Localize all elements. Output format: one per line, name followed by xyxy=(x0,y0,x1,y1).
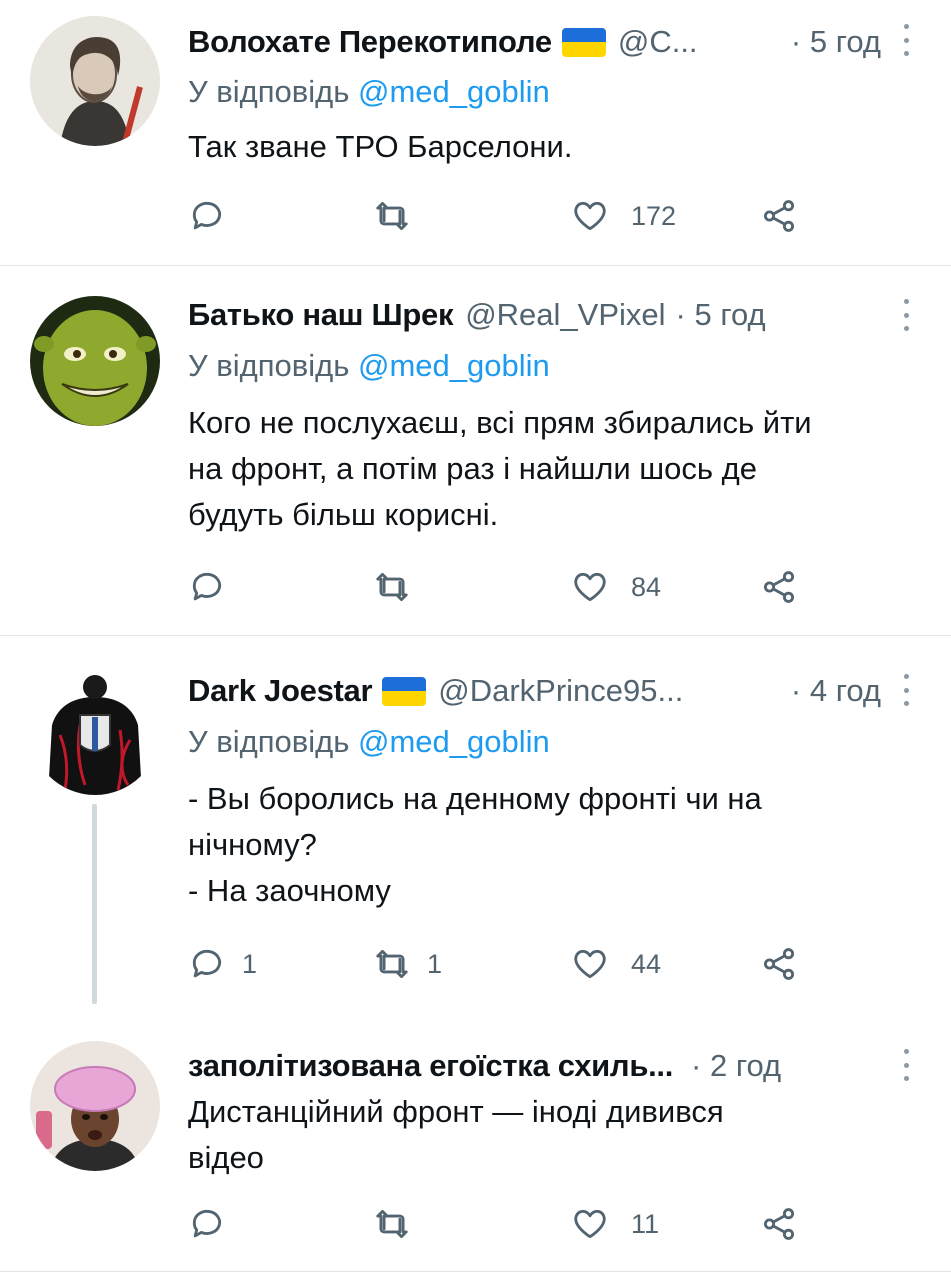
reply-prefix: У відповідь xyxy=(188,74,350,109)
timestamp[interactable]: · 5 год xyxy=(676,297,766,333)
reply-prefix: У відповідь xyxy=(188,348,350,383)
avatar[interactable] xyxy=(30,296,160,426)
tweet-text-line: будуть більш корисні. xyxy=(188,497,499,532)
like-count: 11 xyxy=(631,1208,660,1239)
display-name[interactable]: Dark Joestar xyxy=(188,673,373,709)
tweet-header: Dark Joestar @DarkPrince95... · 4 год xyxy=(188,666,881,716)
timestamp[interactable]: · 2 год xyxy=(691,1048,781,1084)
heart-icon xyxy=(574,572,606,602)
avatar-dark-figure-image xyxy=(30,665,160,795)
tweet-1[interactable]: Волохате Перекотиполе @C... · 5 год У ві… xyxy=(0,0,951,265)
tweet-text-line: на фронт, а потім раз і найшли шось де xyxy=(188,451,758,486)
like-count: 84 xyxy=(631,571,662,602)
avatar-sketch-portrait-image xyxy=(30,16,160,146)
like-button[interactable]: 172 xyxy=(571,191,676,241)
share-button[interactable] xyxy=(760,939,798,989)
retweet-icon xyxy=(376,949,408,979)
share-button[interactable] xyxy=(760,562,798,612)
tweet-3[interactable]: Dark Joestar @DarkPrince95... · 4 год У … xyxy=(0,636,951,1031)
timestamp[interactable]: · 5 год xyxy=(777,24,881,60)
like-count: 44 xyxy=(631,948,662,979)
tweet-text: - Вы боролись на денному фронті чи на ні… xyxy=(188,776,928,914)
reply-icon xyxy=(192,1209,222,1238)
action-bar: 172 xyxy=(188,191,808,241)
display-name[interactable]: заполітизована егоїстка схиль... xyxy=(188,1048,673,1084)
user-handle[interactable]: @DarkPrince95... xyxy=(438,673,683,709)
heart-icon xyxy=(574,1209,606,1239)
retweet-count: 1 xyxy=(427,948,443,979)
display-name[interactable]: Волохате Перекотиполе xyxy=(188,24,552,60)
reply-mention-link[interactable]: @med_goblin xyxy=(358,74,550,109)
display-name[interactable]: Батько наш Шрек xyxy=(188,297,453,333)
timestamp[interactable]: · 4 год xyxy=(777,673,881,709)
share-button[interactable] xyxy=(760,191,798,241)
user-handle[interactable]: @Real_VPixel xyxy=(465,297,665,333)
reply-button[interactable]: 1 xyxy=(188,939,257,989)
tweet-header: Волохате Перекотиполе @C... · 5 год xyxy=(188,17,881,67)
tweet-text-line: Так зване ТРО Барселони. xyxy=(188,129,573,164)
reply-prefix: У відповідь xyxy=(188,724,350,759)
action-bar: 84 xyxy=(188,562,808,612)
reply-button[interactable] xyxy=(188,191,226,241)
share-icon xyxy=(763,200,795,232)
tweet-text-line: - Вы боролись на денному фронті чи на xyxy=(188,781,762,816)
retweet-icon xyxy=(376,1209,408,1239)
tweet-text-line: Дистанційний фронт — іноді дивився xyxy=(188,1094,724,1129)
avatar[interactable] xyxy=(30,665,160,795)
like-count: 172 xyxy=(631,200,677,231)
reply-count: 1 xyxy=(242,948,258,979)
tweet-text: Дистанційний фронт — іноді дивився відео xyxy=(188,1089,928,1181)
more-vertical-icon[interactable] xyxy=(901,295,911,335)
reply-icon xyxy=(192,949,222,978)
retweet-button[interactable] xyxy=(373,562,411,612)
tweet-text: Кого не послухаєш, всі прям збирались йт… xyxy=(188,400,928,538)
avatar[interactable] xyxy=(30,16,160,146)
like-button[interactable]: 44 xyxy=(571,939,661,989)
like-button[interactable]: 84 xyxy=(571,562,661,612)
ukraine-flag-icon xyxy=(382,676,427,706)
retweet-icon xyxy=(376,572,408,602)
tweet-text-line: - На заочному xyxy=(188,873,391,908)
tweet-text: Так зване ТРО Барселони. xyxy=(188,124,928,170)
tweet-text-line: нічному? xyxy=(188,827,317,862)
tweet-header: заполітизована егоїстка схиль... · 2 год xyxy=(188,1041,881,1091)
share-icon xyxy=(763,1208,795,1240)
more-vertical-icon[interactable] xyxy=(901,670,911,710)
user-handle[interactable]: @C... xyxy=(618,24,698,60)
action-bar: 1 1 44 xyxy=(188,939,808,989)
share-button[interactable] xyxy=(760,1199,798,1249)
heart-icon xyxy=(574,949,606,979)
divider xyxy=(0,1271,951,1272)
avatar[interactable] xyxy=(30,1041,160,1171)
share-icon xyxy=(763,948,795,980)
tweet-4[interactable]: заполітизована егоїстка схиль... · 2 год… xyxy=(0,1031,951,1271)
reply-context: У відповідь @med_goblin xyxy=(188,348,550,384)
more-vertical-icon[interactable] xyxy=(901,20,911,60)
more-vertical-icon[interactable] xyxy=(901,1045,911,1085)
heart-icon xyxy=(574,201,606,231)
share-icon xyxy=(763,571,795,603)
reply-mention-link[interactable]: @med_goblin xyxy=(358,724,550,759)
reply-button[interactable] xyxy=(188,1199,226,1249)
like-button[interactable]: 11 xyxy=(571,1199,659,1249)
retweet-button[interactable]: 1 xyxy=(373,939,442,989)
avatar-person-shower-cap-image xyxy=(30,1041,160,1171)
tweet-header: Батько наш Шрек @Real_VPixel · 5 год xyxy=(188,290,881,340)
tweet-text-line: Кого не послухаєш, всі прям збирались йт… xyxy=(188,405,812,440)
thread-line xyxy=(92,804,97,1004)
reply-icon xyxy=(192,572,222,601)
avatar-shrek-face-image xyxy=(30,296,160,426)
reply-button[interactable] xyxy=(188,562,226,612)
tweet-2[interactable]: Батько наш Шрек @Real_VPixel · 5 год У в… xyxy=(0,266,951,635)
retweet-button[interactable] xyxy=(373,191,411,241)
retweet-button[interactable] xyxy=(373,1199,411,1249)
action-bar: 11 xyxy=(188,1199,808,1249)
reply-icon xyxy=(192,201,222,230)
reply-context: У відповідь @med_goblin xyxy=(188,74,550,110)
tweet-text-line: відео xyxy=(188,1140,264,1175)
reply-context: У відповідь @med_goblin xyxy=(188,724,550,760)
reply-mention-link[interactable]: @med_goblin xyxy=(358,348,550,383)
ukraine-flag-icon xyxy=(561,27,606,57)
retweet-icon xyxy=(376,201,408,231)
